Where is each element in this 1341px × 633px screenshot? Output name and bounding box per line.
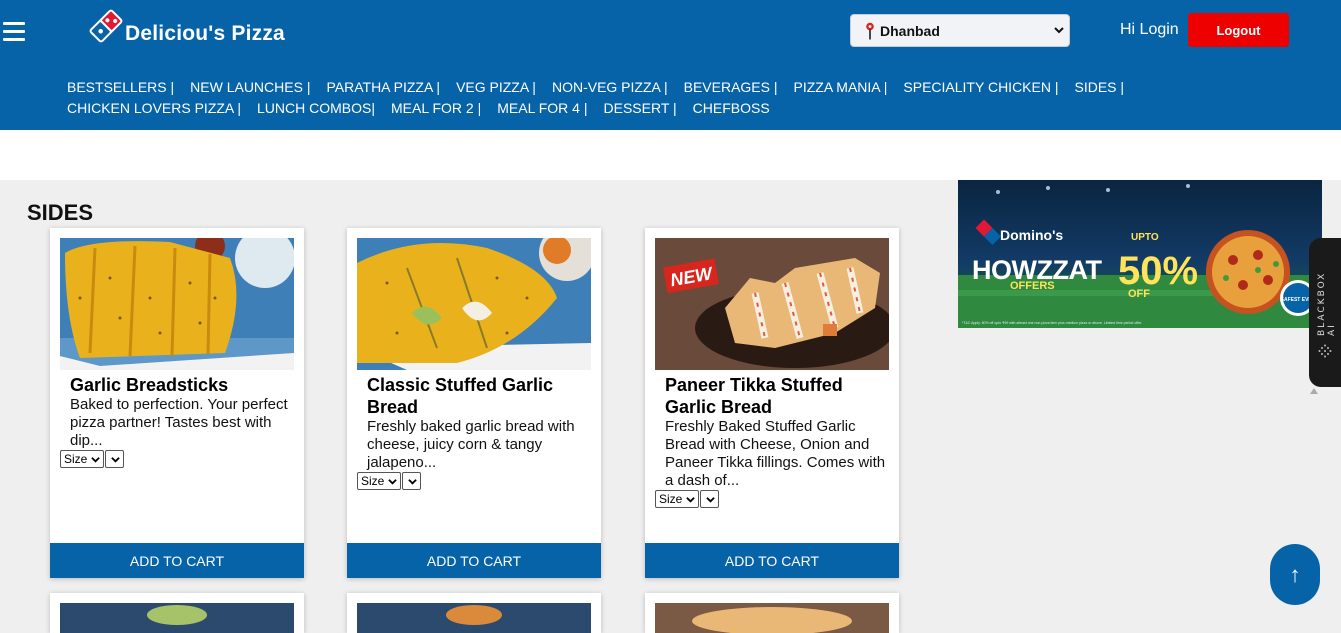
chevron-down-icon [686,496,696,503]
dip-image [357,603,591,633]
section-title: SIDES [27,200,94,225]
chevron-down-icon [388,478,398,485]
brand-name: Deliciou's Pizza [125,22,285,45]
crust-select[interactable] [700,490,720,508]
chevron-down-icon [111,456,121,463]
product-image[interactable] [60,603,294,633]
size-select-label: Size [361,474,385,488]
product-name: Garlic Breadsticks [70,375,229,395]
category-nav-row: CHICKEN LOVERS PIZZA | LUNCH COMBOS| MEAL … [67,98,1207,119]
promo-banner-art: Domino's HOWZZAT OFFERS UPTO 50% OFF SAF… [958,180,1322,328]
nav-veg-pizza[interactable]: VEG PIZZA | [456,79,536,95]
selected-city: Dhanbad [880,23,940,39]
product-card [645,593,899,633]
product-card: NEW Paneer Tikka Stuffed Garlic Bread Fr… [645,228,899,578]
bread-image [655,603,889,633]
nav-speciality-chicken[interactable]: SPECIALITY CHICKEN | [903,79,1058,95]
category-nav-row: BESTSELLERS | NEW LAUNCHES | PARATHA PIZZA… [67,77,1207,98]
product-options: Size [655,490,720,508]
city-select[interactable]: Dhanbad [850,14,1070,47]
category-nav: BESTSELLERS | NEW LAUNCHES | PARATHA PIZZA… [67,77,1207,119]
product-options: Size [60,450,125,468]
blackbox-ai-widget[interactable]: BLACKBOX AI [1309,238,1341,387]
logout-button[interactable]: Logout [1188,13,1289,47]
product-image[interactable] [60,238,294,370]
nav-beverages[interactable]: BEVERAGES | [684,79,778,95]
scroll-to-top-button[interactable]: ↑ [1270,544,1320,605]
garlic-breadsticks-image [60,238,294,370]
banner-sub: OFFERS [1010,280,1055,292]
product-image[interactable]: NEW [655,238,889,370]
nav-lunch-combos[interactable]: LUNCH COMBOS| [257,100,375,116]
top-header: Deliciou's Pizza Dhanbad Hi Login Logout… [0,0,1341,130]
location-pin-icon [866,22,874,40]
domino-tile-icon [89,9,123,43]
sparkle-icon [1318,344,1332,358]
size-select-label: Size [64,452,88,466]
product-card [50,593,304,633]
product-description: Freshly baked garlic bread with cheese, … [367,418,575,471]
crust-select[interactable] [105,450,125,468]
banner-brand: Domino's [1000,227,1063,243]
nav-chicken-lovers-pizza[interactable]: CHICKEN LOVERS PIZZA | [67,100,241,116]
product-card: Garlic Breadsticks Baked to perfection. … [50,228,304,578]
product-options: Size [357,472,422,490]
scroll-up-arrow-icon[interactable] [1310,388,1318,394]
nav-pizza-mania[interactable]: PIZZA MANIA | [794,79,888,95]
blackbox-ai-label: BLACKBOX AI [1317,271,1337,336]
size-select[interactable]: Size [60,450,105,468]
add-to-cart-button[interactable]: ADD TO CART [645,543,899,578]
banner-discount: 50% [1118,249,1198,293]
login-link[interactable]: Hi Login [1120,21,1179,39]
size-select-label: Size [659,492,683,506]
nav-meal-for-2[interactable]: MEAL FOR 2 | [391,100,481,116]
banner-off: OFF [1128,288,1150,300]
product-name: Paneer Tikka Stuffed Garlic Bread [665,375,843,417]
chevron-down-icon [408,478,418,485]
size-select[interactable]: Size [655,490,700,508]
dip-image [60,603,294,633]
nav-chefboss[interactable]: CHEFBOSS [693,100,770,116]
nav-dessert[interactable]: DESSERT | [604,100,677,116]
banner-fine-print: *T&C Apply. 50% off upto ₹99 with atleas… [962,321,1142,325]
chevron-down-icon [706,496,716,503]
product-description: Baked to perfection. Your perfect pizza … [70,396,288,449]
product-description: Freshly Baked Stuffed Garlic Bread with … [665,418,886,489]
add-to-cart-button[interactable]: ADD TO CART [50,543,304,578]
nav-bestsellers[interactable]: BESTSELLERS | [67,79,174,95]
hamburger-icon[interactable] [3,22,25,42]
product-image[interactable] [655,603,889,633]
chevron-down-icon [91,456,101,463]
nav-non-veg-pizza[interactable]: NON-VEG PIZZA | [552,79,668,95]
product-name: Classic Stuffed Garlic Bread [367,375,554,417]
nav-paratha-pizza[interactable]: PARATHA PIZZA | [326,79,440,95]
product-card [347,593,601,633]
product-image[interactable] [357,238,591,370]
add-to-cart-button[interactable]: ADD TO CART [347,543,601,578]
classic-stuffed-garlic-bread-image [357,238,591,370]
banner-upto: UPTO [1131,232,1159,243]
promo-banner[interactable]: Domino's HOWZZAT OFFERS UPTO 50% OFF SAF… [958,180,1322,328]
spacer-band [0,130,1341,180]
nav-sides[interactable]: SIDES | [1075,79,1125,95]
product-image[interactable] [357,603,591,633]
product-card: Classic Stuffed Garlic Bread Freshly bak… [347,228,601,578]
size-select[interactable]: Size [357,472,402,490]
crust-select[interactable] [402,472,422,490]
chevron-down-icon [1054,27,1064,34]
paneer-tikka-stuffed-garlic-bread-image: NEW [655,238,889,370]
nav-meal-for-4[interactable]: MEAL FOR 4 | [497,100,587,116]
nav-new-launches[interactable]: NEW LAUNCHES | [190,79,310,95]
